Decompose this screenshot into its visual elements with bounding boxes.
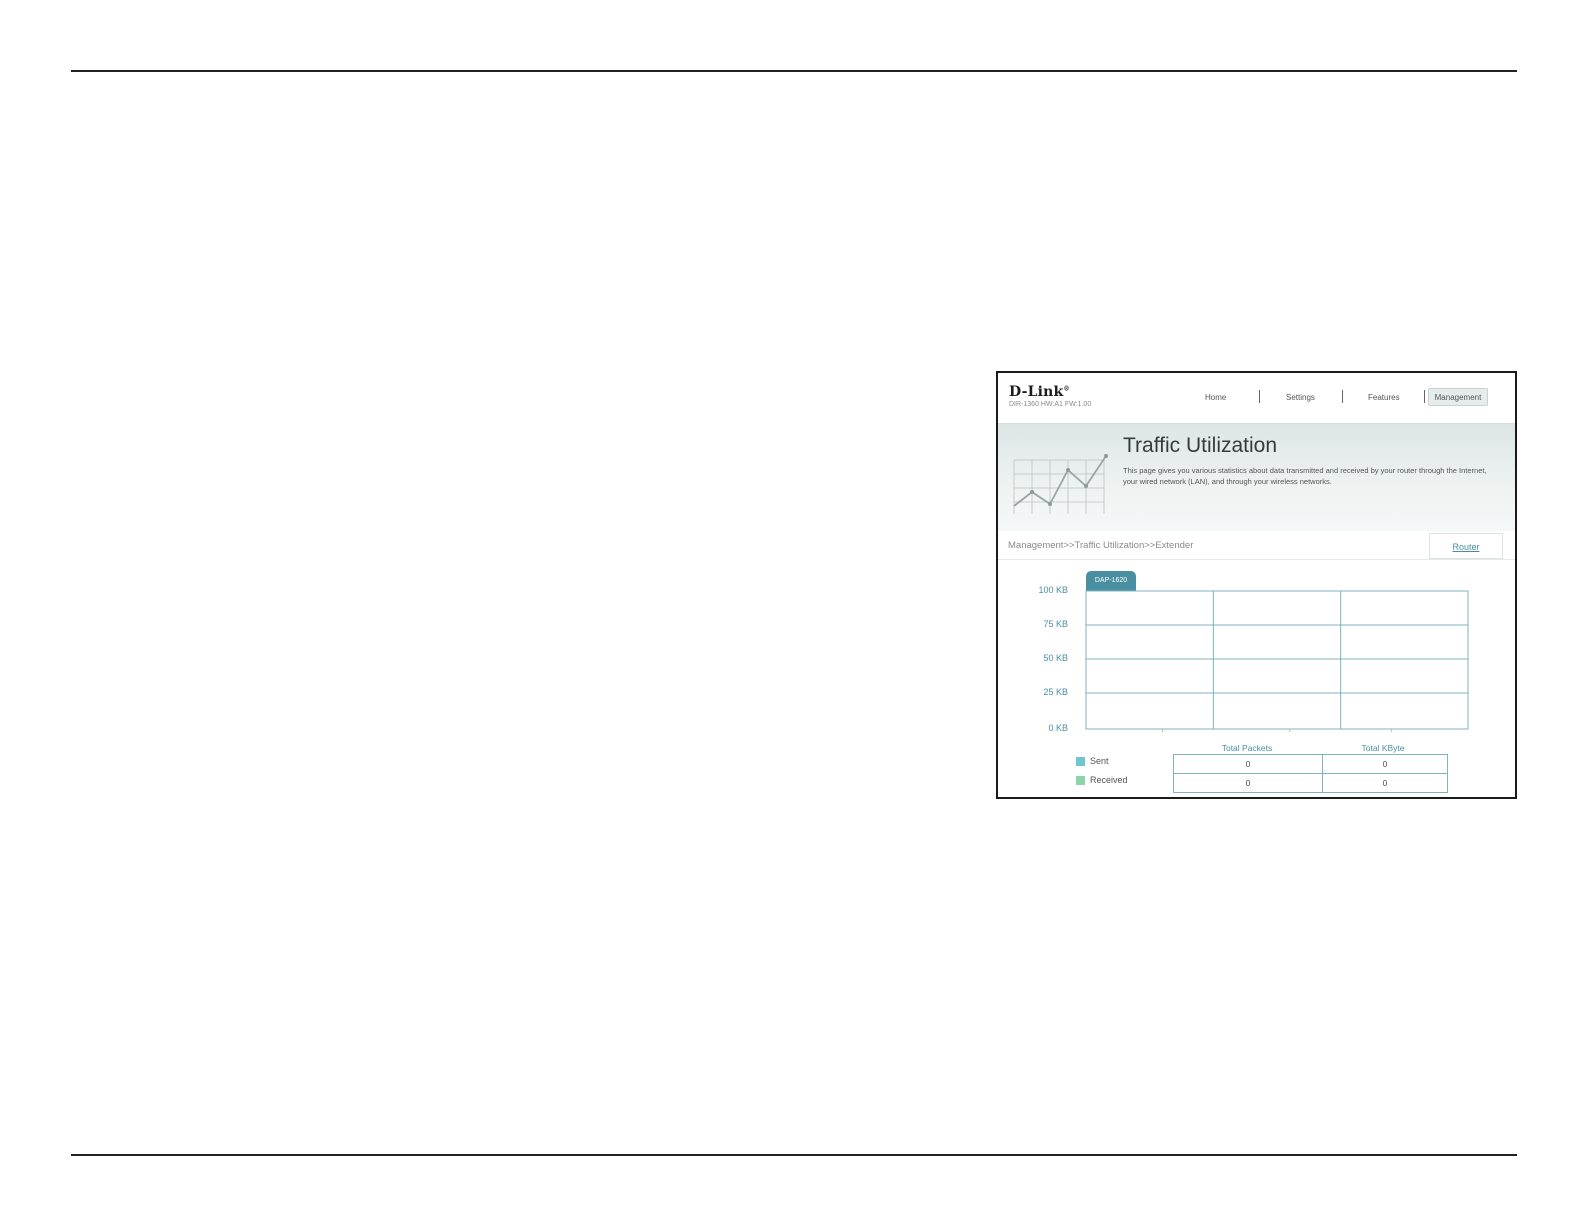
received-packets: 0	[1173, 773, 1323, 793]
legend-received: Received	[1076, 775, 1128, 785]
legend-label-received: Received	[1090, 775, 1128, 785]
legend-swatch-sent	[1076, 757, 1085, 766]
received-kbyte: 0	[1322, 773, 1448, 793]
table-row: 0 0	[1173, 773, 1448, 793]
sent-kbyte: 0	[1322, 754, 1448, 774]
y-tick-label: 75 KB	[1043, 619, 1068, 629]
legend-sent: Sent	[1076, 756, 1109, 766]
col-total-kbyte: Total KByte	[1361, 743, 1405, 753]
table-row: 0 0	[1173, 754, 1448, 774]
chart-plot-area	[1085, 590, 1469, 730]
y-tick-label: 100 KB	[1038, 585, 1068, 595]
page-bottom-rule	[71, 1154, 1517, 1156]
y-tick-label: 25 KB	[1043, 687, 1068, 697]
stats-table: 0 0 0 0	[1173, 754, 1448, 793]
legend-swatch-received	[1076, 776, 1085, 785]
y-tick-label: 50 KB	[1043, 653, 1068, 663]
page-top-rule	[71, 70, 1517, 72]
col-total-packets: Total Packets	[1221, 743, 1273, 753]
traffic-chart	[1085, 590, 1469, 732]
router-ui-screenshot: D-Link® DIR-1360 HW:A1 FW:1.00 Home Sett…	[996, 371, 1517, 799]
sent-packets: 0	[1173, 754, 1323, 774]
y-tick-label: 0 KB	[1048, 723, 1068, 733]
legend-label-sent: Sent	[1090, 756, 1109, 766]
